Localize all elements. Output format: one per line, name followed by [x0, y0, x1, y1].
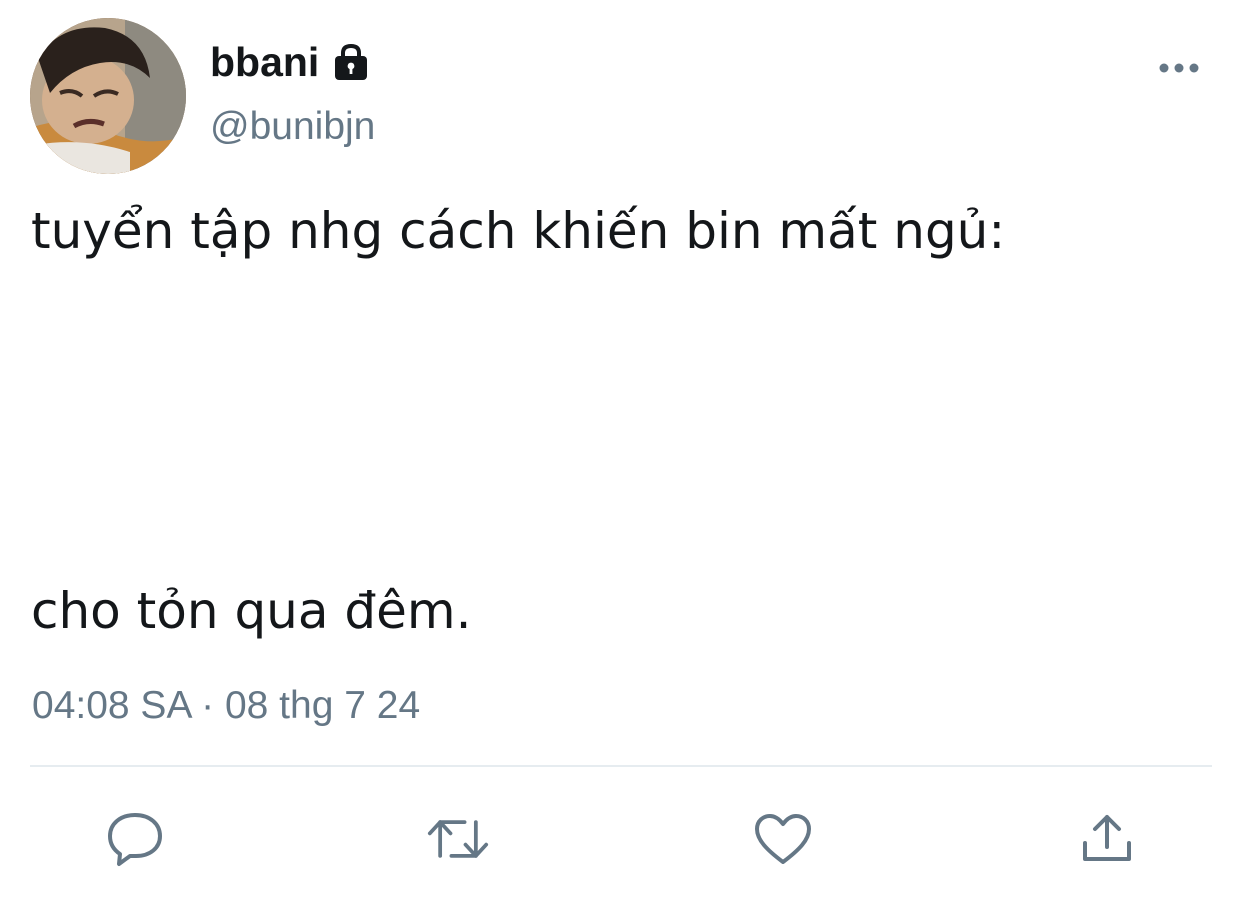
divider [30, 765, 1212, 767]
user-handle[interactable]: @bunibjn [210, 104, 375, 150]
more-horizontal-icon[interactable] [1158, 58, 1200, 78]
reply-button[interactable] [104, 808, 166, 870]
share-icon [1083, 815, 1131, 861]
tweet-text-line-2: cho tỏn qua đêm. [31, 582, 472, 640]
share-button[interactable] [1076, 808, 1138, 870]
like-button[interactable] [752, 808, 814, 870]
display-name-text[interactable]: bbani [210, 38, 319, 86]
tweet-text-line-1: tuyển tập nhg cách khiến bin mất ngủ: [31, 202, 1006, 260]
display-name[interactable]: bbani [210, 38, 371, 86]
avatar-photo [30, 18, 186, 174]
retweet-icon [427, 820, 489, 858]
tweet-timestamp[interactable]: 04:08 SA · 08 thg 7 24 [32, 683, 420, 729]
like-icon [755, 814, 811, 864]
avatar[interactable] [30, 18, 186, 174]
lock-icon [335, 43, 368, 80]
reply-icon [108, 813, 162, 866]
retweet-button[interactable] [427, 808, 489, 870]
